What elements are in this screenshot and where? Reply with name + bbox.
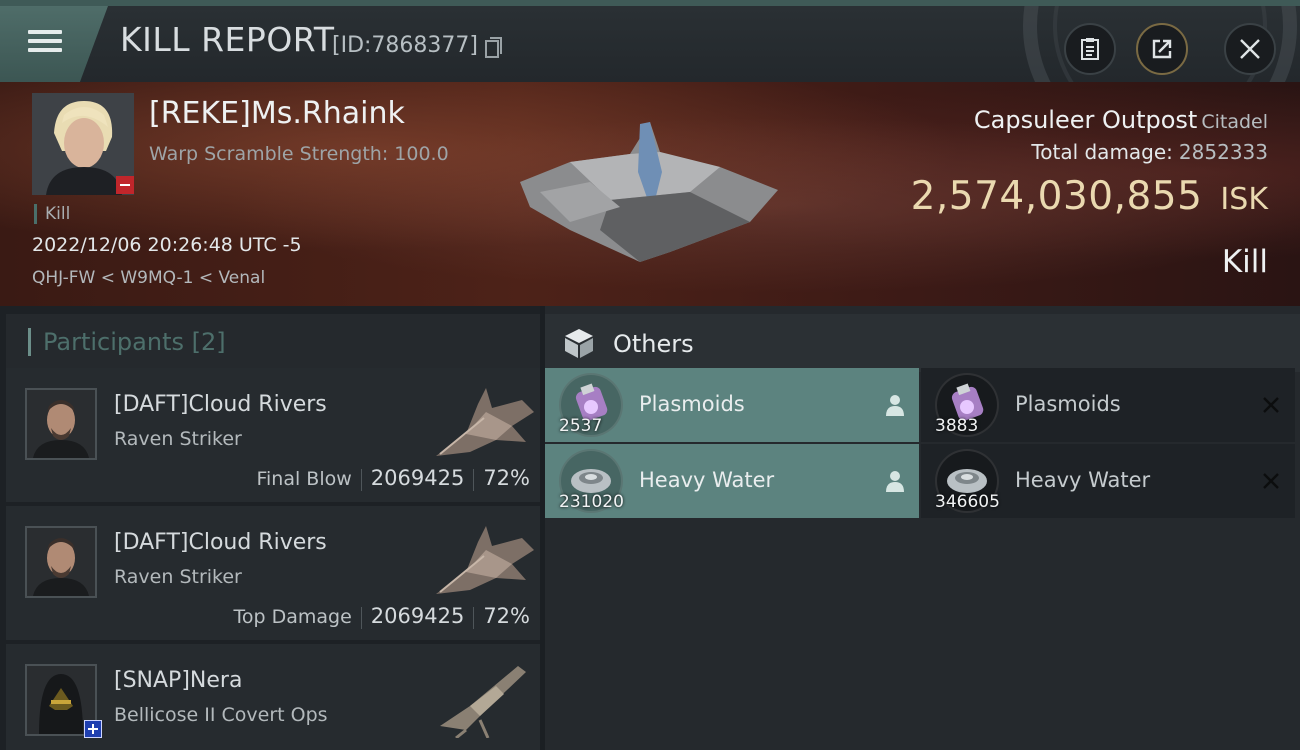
isk-unit: ISK bbox=[1220, 182, 1268, 217]
destroyed-x-icon bbox=[1263, 473, 1279, 489]
participant-percent: 72% bbox=[483, 466, 530, 490]
item-name: Plasmoids bbox=[1015, 392, 1121, 416]
item-row-destroyed[interactable]: 3883 Plasmoids bbox=[921, 368, 1295, 442]
participants-header: Participants [2] bbox=[6, 314, 540, 372]
stats-divider bbox=[360, 606, 362, 629]
stats-divider bbox=[473, 606, 475, 629]
total-damage-label: Total damage: bbox=[1031, 140, 1173, 164]
isk-value: 2,574,030,855 bbox=[910, 174, 1203, 219]
participant-ship: Raven Striker bbox=[114, 566, 242, 588]
participants-title: Participants [2] bbox=[28, 328, 226, 356]
participants-count: [2] bbox=[191, 328, 226, 356]
participant-avatar bbox=[25, 388, 97, 460]
item-row-dropped[interactable]: 231020 Heavy Water bbox=[545, 444, 919, 518]
participants-panel: Participants [2] [DAFT]Cloud Rivers Rave… bbox=[0, 306, 540, 750]
stats-divider bbox=[473, 468, 475, 491]
participant-stats: Top Damage 2069425 72% bbox=[233, 604, 530, 629]
item-quantity: 231020 bbox=[559, 492, 624, 512]
participant-name: [DAFT]Cloud Rivers bbox=[114, 392, 327, 417]
menu-icon-bar bbox=[28, 39, 62, 43]
item-quantity: 346605 bbox=[935, 492, 1000, 512]
result-label: Kill bbox=[1221, 244, 1268, 280]
total-damage-value: 2852333 bbox=[1178, 140, 1268, 164]
participant-damage: 2069425 bbox=[370, 604, 465, 628]
plus-icon bbox=[84, 720, 102, 738]
victim-name[interactable]: [REKE]Ms.Rhaink bbox=[149, 96, 405, 131]
participant-stats: Final Blow 2069425 72% bbox=[256, 466, 530, 491]
menu-button[interactable] bbox=[0, 6, 108, 82]
menu-icon-bar bbox=[28, 48, 62, 52]
item-quantity: 2537 bbox=[559, 416, 603, 436]
kill-location[interactable]: QHJ-FW < W9MQ-1 < Venal bbox=[32, 268, 265, 288]
participant-damage: 2069425 bbox=[370, 466, 465, 490]
participant-avatar bbox=[25, 526, 97, 598]
participant-tag: Final Blow bbox=[256, 468, 352, 490]
participant-card[interactable]: [DAFT]Cloud Rivers Raven Striker Final B… bbox=[6, 368, 540, 502]
participant-tag: Top Damage bbox=[233, 606, 352, 628]
person-icon bbox=[886, 395, 904, 416]
kill-tag: Kill bbox=[34, 204, 70, 224]
participant-percent: 72% bbox=[483, 604, 530, 628]
item-name: Heavy Water bbox=[639, 468, 775, 492]
copy-icon[interactable] bbox=[484, 36, 504, 60]
close-icon bbox=[1240, 39, 1260, 59]
item-quantity: 3883 bbox=[935, 416, 979, 436]
avatar-image bbox=[27, 390, 95, 458]
share-icon bbox=[1152, 39, 1172, 59]
others-panel: Others 2537 Plasmoids 3883 Plasmoids 231… bbox=[545, 306, 1300, 750]
bellicose-ship-image bbox=[440, 666, 526, 738]
item-row-dropped[interactable]: 2537 Plasmoids bbox=[545, 368, 919, 442]
item-row-destroyed[interactable]: 346605 Heavy Water bbox=[921, 444, 1295, 518]
raven-striker-ship-image bbox=[436, 526, 534, 594]
cargo-box-icon bbox=[565, 329, 593, 358]
others-title: Others bbox=[613, 330, 694, 358]
destroyed-x-icon bbox=[1263, 397, 1279, 413]
top-bar: KILL REPORT [ID:7868377] bbox=[0, 0, 1300, 88]
target-type: Citadel bbox=[1201, 111, 1268, 133]
item-name: Plasmoids bbox=[639, 392, 745, 416]
total-damage: Total damage: 2852333 bbox=[1031, 140, 1268, 164]
participant-card[interactable]: [SNAP]Nera Bellicose II Covert Ops bbox=[6, 644, 540, 750]
avatar-image bbox=[27, 528, 95, 596]
person-icon bbox=[886, 471, 904, 492]
close-button[interactable] bbox=[1224, 23, 1276, 75]
report-id: [ID:7868377] bbox=[332, 33, 478, 58]
clipboard-button[interactable] bbox=[1064, 23, 1116, 75]
item-name: Heavy Water bbox=[1015, 468, 1151, 492]
isk-value-line: 2,574,030,855 ISK bbox=[911, 174, 1268, 219]
target-info: Capsuleer Outpost Citadel bbox=[974, 106, 1268, 134]
participant-ship: Bellicose II Covert Ops bbox=[114, 704, 328, 726]
citadel-structure-image bbox=[520, 122, 778, 262]
menu-icon bbox=[28, 30, 62, 34]
kill-header: [REKE]Ms.Rhaink Warp Scramble Strength: … bbox=[0, 82, 1300, 306]
kill-timestamp: 2022/12/06 20:26:48 UTC -5 bbox=[32, 234, 302, 256]
warp-scramble-strength: Warp Scramble Strength: 100.0 bbox=[149, 143, 449, 165]
raven-striker-ship-image bbox=[436, 388, 534, 456]
participant-ship: Raven Striker bbox=[114, 428, 242, 450]
participant-card[interactable]: [DAFT]Cloud Rivers Raven Striker Top Dam… bbox=[6, 506, 540, 640]
participants-title-label: Participants bbox=[43, 328, 184, 356]
page-title: KILL REPORT bbox=[120, 20, 335, 59]
target-name: Capsuleer Outpost bbox=[973, 106, 1198, 134]
participant-name: [SNAP]Nera bbox=[114, 668, 243, 693]
security-status-badge bbox=[116, 176, 134, 194]
stats-divider bbox=[360, 468, 362, 491]
participant-name: [DAFT]Cloud Rivers bbox=[114, 530, 327, 555]
others-header: Others bbox=[545, 314, 1300, 372]
clipboard-icon bbox=[1081, 38, 1099, 60]
share-button[interactable] bbox=[1136, 23, 1188, 75]
